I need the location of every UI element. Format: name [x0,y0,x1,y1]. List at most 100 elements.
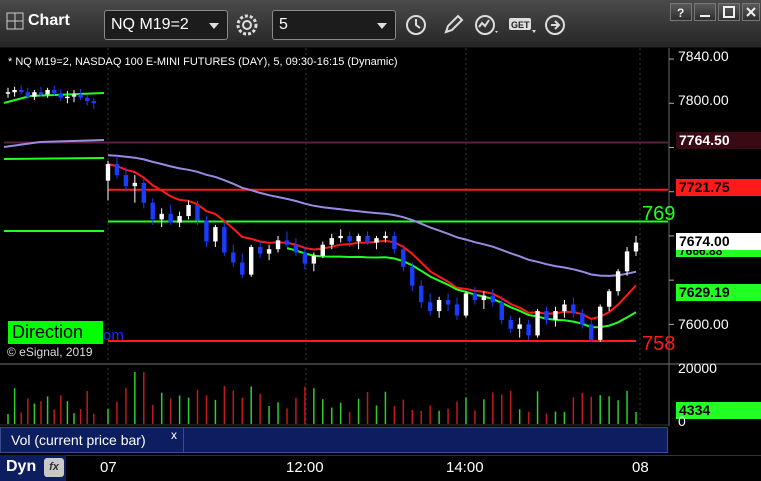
candle [490,295,496,303]
candle [383,235,388,239]
green-average-prior [3,92,105,104]
candle [105,164,111,181]
candle [71,94,77,97]
candle [624,251,630,272]
clock-icon[interactable] [401,10,431,40]
purple-line-tag: 7764.50 [676,132,761,149]
candle [168,213,173,223]
candle [12,90,17,93]
volume-tick-top: 20000 [678,360,717,376]
close-icon[interactable] [742,3,760,21]
help-icon[interactable]: ? [670,3,692,21]
candle [186,204,191,217]
candle [392,235,397,250]
candle [606,291,612,307]
symbol-value: NQ M19=2 [111,16,189,33]
candle [177,216,182,223]
candle [302,252,308,264]
candle [114,164,120,176]
candle [580,313,585,325]
candle [19,90,24,93]
green-line-tag: 7629.19 [676,284,761,301]
candle [132,182,138,187]
time-label: 07 [100,459,117,476]
candle [535,311,540,336]
candle [445,300,451,305]
chart-subtitle: * NQ M19=2, NASDAQ 100 E-MINI FUTURES (D… [8,56,398,68]
candle [195,204,200,221]
app-title: Chart [6,12,70,30]
study-icon[interactable] [472,10,502,40]
dyn-button[interactable]: Dyn fx [0,455,66,481]
price-chart[interactable] [0,0,761,481]
candle [338,235,343,239]
candle [248,246,254,275]
red-line-tag: 7721.75 [676,179,761,196]
green-band-prior [3,157,105,160]
price-tick: 7800.00 [678,92,729,108]
candle [472,293,478,301]
candle [401,249,406,267]
volume-legend-strip [184,427,668,453]
get-icon[interactable]: GET [506,10,540,40]
chevron-down-icon[interactable] [377,23,387,29]
candle [150,202,155,220]
candle [91,101,96,104]
green-average-line [286,247,637,329]
candle [85,97,90,102]
interval-input[interactable]: 5 [272,10,396,40]
direction-tail: om [103,327,124,344]
candle [615,271,621,292]
purple-average-line [107,154,637,277]
volume-legend[interactable]: Vol (current price bar) [0,427,184,453]
candle [240,262,245,275]
gear-icon[interactable] [232,10,262,40]
price-tick: 7600.00 [678,316,729,332]
candle [427,302,433,312]
fx-icon[interactable]: fx [44,458,64,477]
interval-value: 5 [279,16,288,33]
candle [347,235,352,242]
candle [78,94,83,98]
get-label: GET [511,20,530,30]
grid-icon [6,12,24,30]
time-label: 12:00 [286,459,324,476]
close-icon[interactable]: x [171,428,177,442]
candle [284,240,290,245]
candle [65,96,70,99]
direction-label: Direction [8,321,103,344]
app-title-label: Chart [28,12,70,29]
candle [508,319,513,329]
green-edge-label: 769 [642,203,676,225]
symbol-input[interactable]: NQ M19=2 [104,10,228,40]
candle [499,302,504,320]
pencil-icon[interactable] [438,10,468,40]
candle [544,311,549,320]
candle [25,92,30,97]
chevron-down-icon[interactable] [209,23,219,29]
red-edge-label: 758 [642,333,676,355]
arrow-right-icon[interactable] [540,10,570,40]
candle [231,252,236,263]
candle [293,244,299,253]
candle [571,304,576,314]
purple-average-prior [3,139,105,148]
candle [329,238,334,245]
svg-text:?: ? [677,6,684,18]
candle [463,293,469,316]
price-tick: 7840.00 [678,48,729,64]
candle [32,92,37,97]
candle [410,266,415,286]
candle [222,227,227,253]
volume-tick-zero: 0 [678,413,686,429]
candle [123,175,129,187]
candle [633,242,639,252]
maximize-icon[interactable] [718,3,740,21]
candle [436,300,442,312]
minimize-icon[interactable] [694,3,716,21]
candle [275,240,281,250]
candle [356,235,361,242]
candle [141,182,146,203]
candle [38,92,44,95]
candle [374,238,379,243]
